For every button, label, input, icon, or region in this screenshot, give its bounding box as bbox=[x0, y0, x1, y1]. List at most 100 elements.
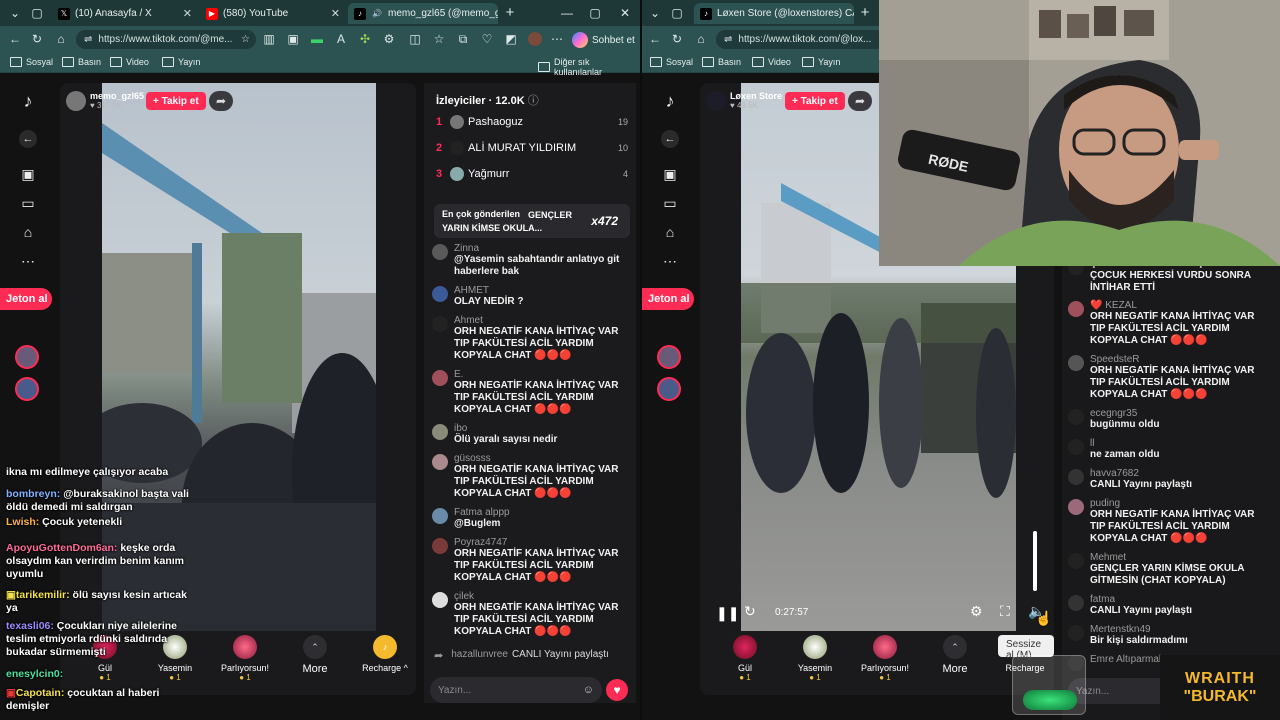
close-tab-icon[interactable]: ✕ bbox=[325, 7, 340, 20]
new-tab-icon[interactable]: + bbox=[858, 4, 872, 21]
minimize-icon[interactable]: — bbox=[560, 6, 574, 20]
host-info[interactable]: Løxen Store ♥ 49.5K bbox=[706, 91, 782, 111]
user-avatar[interactable] bbox=[432, 286, 448, 302]
replay-icon[interactable]: ↻ bbox=[744, 603, 756, 620]
extension-icon[interactable]: ▥ bbox=[262, 32, 276, 46]
user-avatar[interactable] bbox=[1068, 266, 1084, 275]
url-field[interactable]: ⇌ https://www.tiktok.com/@lox... bbox=[716, 30, 886, 49]
back-icon[interactable]: ← bbox=[648, 32, 662, 46]
bookmark-folder[interactable]: Basın bbox=[702, 57, 741, 67]
comment-username[interactable]: fatma bbox=[1090, 594, 1262, 605]
comment-username[interactable]: Ahmet bbox=[454, 315, 626, 326]
refresh-icon[interactable]: ↻ bbox=[30, 32, 44, 46]
workspaces-icon[interactable]: ▢ bbox=[30, 6, 44, 20]
close-tab-icon[interactable]: ✕ bbox=[177, 7, 192, 20]
gift-item[interactable]: Parlıyorsun! ● 1 bbox=[850, 635, 920, 695]
leaderboard-row[interactable]: 1 Pashaoguz 19 bbox=[436, 113, 628, 131]
profile-avatar[interactable] bbox=[528, 32, 542, 46]
user-avatar[interactable] bbox=[432, 244, 448, 260]
extension-icon[interactable]: ✣ bbox=[358, 32, 372, 46]
user-avatar[interactable] bbox=[1068, 439, 1084, 455]
comment-username[interactable]: Mehmet bbox=[1090, 552, 1262, 563]
split-screen-icon[interactable]: ◫ bbox=[408, 32, 422, 46]
fullscreen-icon[interactable]: ⛶ bbox=[1000, 603, 1010, 620]
info-icon[interactable]: ⓘ bbox=[528, 95, 539, 107]
more-icon[interactable]: ⋯ bbox=[660, 253, 680, 269]
live-avatar[interactable] bbox=[657, 377, 681, 401]
extension-icon[interactable]: ▬ bbox=[310, 32, 324, 46]
back-icon[interactable]: ← bbox=[8, 32, 22, 46]
video-icon[interactable]: ▭ bbox=[660, 195, 680, 211]
heart-like-button[interactable]: ♥ bbox=[606, 679, 628, 701]
home-icon[interactable]: ⌂ bbox=[660, 224, 680, 240]
user-avatar[interactable] bbox=[1068, 301, 1084, 317]
comment-username[interactable]: puding bbox=[1090, 498, 1262, 509]
gift-item[interactable]: Yasemin ● 1 bbox=[780, 635, 850, 695]
extension-icon[interactable]: A bbox=[334, 32, 348, 46]
bookmark-folder[interactable]: Video bbox=[752, 57, 791, 67]
tab-x[interactable]: 𝕏 (10) Anasayfa / X ✕ bbox=[52, 3, 198, 24]
bookmark-folder[interactable]: Sosyal bbox=[10, 57, 53, 67]
bookmark-folder[interactable]: Yayın bbox=[802, 57, 840, 67]
user-avatar[interactable] bbox=[432, 508, 448, 524]
user-avatar[interactable] bbox=[432, 424, 448, 440]
volume-slider[interactable] bbox=[1033, 531, 1037, 591]
comment-username[interactable]: Poyraz4747 bbox=[454, 537, 626, 548]
bookmark-folder[interactable]: Sosyal bbox=[650, 57, 693, 67]
more-icon[interactable]: ⋯ bbox=[550, 32, 564, 46]
user-avatar[interactable] bbox=[432, 592, 448, 608]
user-avatar[interactable] bbox=[1068, 355, 1084, 371]
settings-icon[interactable]: ⚙ bbox=[970, 603, 983, 620]
live-avatar[interactable] bbox=[657, 345, 681, 369]
gift-item[interactable]: Parlıyorsun! ● 1 bbox=[210, 635, 280, 695]
user-avatar[interactable] bbox=[1068, 469, 1084, 485]
more-icon[interactable]: ⋯ bbox=[18, 253, 38, 269]
favorite-star-icon[interactable]: ☆ bbox=[241, 34, 250, 45]
host-info[interactable]: memo_gzl65 ♥ 317.0K bbox=[66, 91, 144, 111]
home-icon[interactable]: ⌂ bbox=[694, 32, 708, 46]
back-arrow-icon[interactable]: ← bbox=[19, 130, 37, 148]
workspaces-icon[interactable]: ▢ bbox=[670, 6, 684, 20]
favorites-icon[interactable]: ☆ bbox=[432, 32, 446, 46]
user-avatar[interactable] bbox=[432, 316, 448, 332]
follow-button[interactable]: + Takip et bbox=[785, 92, 845, 110]
home-icon[interactable]: ⌂ bbox=[54, 32, 68, 46]
comment-username[interactable]: Zinna bbox=[454, 243, 626, 254]
extension-icon[interactable]: ▣ bbox=[286, 32, 300, 46]
back-arrow-icon[interactable]: ← bbox=[661, 130, 679, 148]
user-avatar[interactable] bbox=[1068, 409, 1084, 425]
comment-username[interactable]: E. bbox=[454, 369, 626, 380]
collections-icon[interactable]: ⧉ bbox=[456, 32, 470, 46]
new-tab-icon[interactable]: + bbox=[503, 4, 517, 21]
comment-username[interactable]: AHMET bbox=[454, 285, 626, 296]
pause-icon[interactable]: ❚❚ bbox=[716, 605, 739, 622]
tab-actions-icon[interactable]: ⌄ bbox=[8, 6, 22, 20]
comment-username[interactable]: çilek bbox=[454, 591, 626, 602]
live-avatar[interactable] bbox=[15, 345, 39, 369]
more-gifts-button[interactable]: ⌃ More bbox=[920, 635, 990, 695]
live-tv-icon[interactable]: ▣ bbox=[18, 166, 38, 182]
share-icon[interactable]: ➦ bbox=[848, 91, 872, 111]
gift-item[interactable]: Gül ● 1 bbox=[710, 635, 780, 695]
bookmark-folder[interactable]: Video bbox=[110, 57, 149, 67]
bookmark-folder[interactable]: Yayın bbox=[162, 57, 200, 67]
leaderboard-row[interactable]: 3 Yağmurr 4 bbox=[436, 165, 628, 183]
recharge-button[interactable]: ♪ Recharge ^ bbox=[350, 635, 416, 695]
comment-username[interactable]: güsosss bbox=[454, 453, 626, 464]
live-tv-icon[interactable]: ▣ bbox=[660, 166, 680, 182]
copilot-button[interactable]: Sohbet et bbox=[572, 31, 635, 49]
user-avatar[interactable] bbox=[1068, 625, 1084, 641]
more-gifts-button[interactable]: ⌃ More bbox=[280, 635, 350, 695]
other-favorites[interactable]: Diğer sık kullanılanlar bbox=[538, 57, 640, 77]
extension-icon[interactable]: ⚙ bbox=[382, 32, 396, 46]
get-coins-button[interactable]: Jeton al bbox=[642, 288, 694, 310]
tiktok-logo-icon[interactable]: ♪ bbox=[18, 92, 38, 110]
comment-username[interactable]: Fatma alppp bbox=[454, 507, 626, 518]
user-avatar[interactable] bbox=[1068, 595, 1084, 611]
comment-username[interactable]: ecegngr35 bbox=[1090, 408, 1262, 419]
comment-username[interactable]: ibo bbox=[454, 423, 626, 434]
user-avatar[interactable] bbox=[1068, 499, 1084, 515]
user-avatar[interactable] bbox=[1068, 553, 1084, 569]
comment-username[interactable]: ❤️ KEZAL bbox=[1090, 300, 1262, 311]
tab-actions-icon[interactable]: ⌄ bbox=[648, 6, 662, 20]
